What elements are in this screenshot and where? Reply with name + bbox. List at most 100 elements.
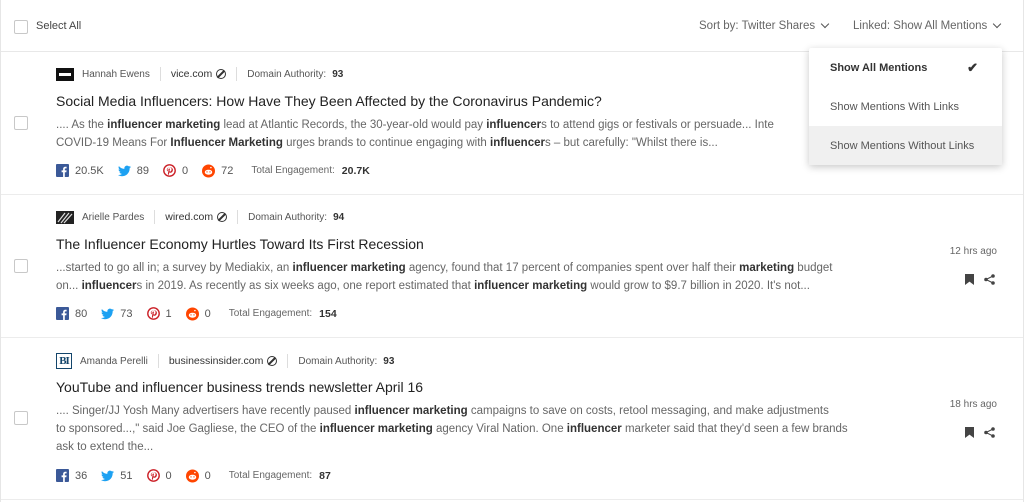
facebook-count: 20.5K bbox=[75, 164, 104, 177]
facebook-stat: 80 bbox=[56, 307, 87, 320]
facebook-icon bbox=[56, 164, 69, 177]
pinterest-icon bbox=[163, 164, 176, 177]
total-engagement-label: Total Engagement: bbox=[228, 308, 313, 319]
pinterest-count: 0 bbox=[165, 469, 172, 482]
reddit-icon bbox=[185, 469, 199, 482]
check-icon: ✔ bbox=[967, 60, 978, 75]
domain-authority-label: Domain Authority: bbox=[247, 68, 327, 80]
total-engagement-label: Total Engagement: bbox=[228, 470, 313, 481]
twitter-icon bbox=[101, 469, 115, 482]
reddit-count: 0 bbox=[204, 307, 211, 320]
twitter-stat: 51 bbox=[101, 469, 133, 482]
wired-logo bbox=[56, 210, 74, 224]
facebook-stat: 36 bbox=[56, 469, 87, 482]
domain-authority-value: 93 bbox=[332, 68, 344, 80]
toolbar: Select All Sort by: Twitter Shares Linke… bbox=[1, 0, 1023, 52]
divider bbox=[159, 67, 161, 81]
twitter-count: 73 bbox=[120, 307, 133, 320]
businessinsider-logo: BI bbox=[56, 353, 72, 369]
domain-link[interactable]: wired.com bbox=[165, 211, 213, 223]
pinterest-count: 1 bbox=[165, 307, 172, 320]
menu-item-show-all-mentions[interactable]: Show All Mentions ✔ bbox=[809, 48, 1002, 87]
mentions-panel: Select All Sort by: Twitter Shares Linke… bbox=[0, 0, 1024, 502]
menu-item-label: Show Mentions Without Links bbox=[830, 139, 975, 152]
ban-icon[interactable] bbox=[267, 356, 278, 366]
row-actions bbox=[965, 427, 995, 438]
vice-logo bbox=[56, 67, 74, 81]
timestamp: 18 hrs ago bbox=[949, 399, 997, 410]
bookmark-icon[interactable] bbox=[965, 274, 974, 285]
facebook-icon bbox=[56, 469, 69, 482]
share-icon[interactable] bbox=[984, 274, 995, 285]
domain-link[interactable]: vice.com bbox=[171, 68, 212, 80]
divider bbox=[287, 354, 289, 368]
mention-meta: BI Amanda Perelli businessinsider.com Do… bbox=[56, 353, 394, 369]
pinterest-stat: 0 bbox=[146, 469, 172, 482]
mention-title[interactable]: Social Media Influencers: How Have They … bbox=[56, 93, 602, 109]
twitter-icon bbox=[117, 164, 131, 177]
menu-item-label: Show Mentions With Links bbox=[830, 100, 959, 113]
share-icon[interactable] bbox=[984, 427, 995, 438]
linked-filter-dropdown[interactable]: Linked: Show All Mentions bbox=[853, 19, 1002, 32]
domain-authority-value: 94 bbox=[333, 211, 345, 223]
total-engagement-value: 154 bbox=[319, 307, 337, 320]
author-name[interactable]: Amanda Perelli bbox=[80, 356, 148, 367]
engagement-stats: 36 51 0 0 Total Engagement: 87 bbox=[56, 469, 331, 482]
chevron-down-icon bbox=[820, 19, 830, 29]
facebook-stat: 20.5K bbox=[56, 164, 104, 177]
twitter-icon bbox=[101, 307, 115, 320]
timestamp: 12 hrs ago bbox=[949, 246, 997, 257]
pinterest-stat: 0 bbox=[163, 164, 188, 177]
engagement-stats: 20.5K 89 0 72 Total Engagement: 20.7K bbox=[56, 164, 370, 177]
bi-logo-text: BI bbox=[59, 355, 70, 367]
row-checkbox[interactable] bbox=[14, 259, 28, 273]
pinterest-count: 0 bbox=[182, 164, 189, 177]
mention-row: BI Amanda Perelli businessinsider.com Do… bbox=[1, 338, 1023, 500]
divider bbox=[157, 354, 159, 368]
domain-authority-value: 93 bbox=[383, 355, 395, 367]
reddit-icon bbox=[202, 164, 216, 177]
ban-icon[interactable] bbox=[217, 212, 228, 222]
sort-dropdown[interactable]: Sort by: Twitter Shares bbox=[699, 19, 830, 32]
mention-meta: Arielle Pardes wired.com Domain Authorit… bbox=[56, 210, 344, 224]
reddit-count: 72 bbox=[221, 164, 234, 177]
pinterest-icon bbox=[146, 307, 160, 320]
menu-item-label: Show All Mentions bbox=[830, 61, 928, 74]
reddit-stat: 72 bbox=[202, 164, 233, 177]
select-all-label[interactable]: Select All bbox=[36, 20, 81, 32]
linked-filter-menu: Show All Mentions ✔ Show Mentions With L… bbox=[809, 48, 1002, 165]
reddit-stat: 0 bbox=[185, 469, 211, 482]
mention-row: Arielle Pardes wired.com Domain Authorit… bbox=[1, 195, 1023, 338]
author-name[interactable]: Hannah Ewens bbox=[82, 69, 150, 80]
mention-snippet: .... As the influencer marketing lead at… bbox=[56, 119, 774, 149]
ban-icon[interactable] bbox=[216, 69, 227, 79]
total-engagement-value: 87 bbox=[319, 469, 331, 482]
divider bbox=[154, 210, 156, 224]
author-name[interactable]: Arielle Pardes bbox=[82, 212, 144, 223]
row-actions bbox=[965, 274, 995, 285]
reddit-count: 0 bbox=[204, 469, 211, 482]
domain-link[interactable]: businessinsider.com bbox=[169, 355, 264, 367]
sort-label: Sort by: Twitter Shares bbox=[699, 20, 816, 32]
bookmark-icon[interactable] bbox=[965, 427, 974, 438]
facebook-icon bbox=[56, 307, 69, 320]
divider bbox=[237, 210, 239, 224]
pinterest-icon bbox=[146, 469, 160, 482]
engagement-stats: 80 73 1 0 Total Engagement: 154 bbox=[56, 307, 337, 320]
row-checkbox[interactable] bbox=[14, 116, 28, 130]
mention-title[interactable]: YouTube and influencer business trends n… bbox=[56, 379, 423, 395]
menu-item-show-mentions-without-links[interactable]: Show Mentions Without Links bbox=[809, 126, 1002, 165]
mention-title[interactable]: The Influencer Economy Hurtles Toward It… bbox=[56, 236, 424, 252]
twitter-stat: 73 bbox=[101, 307, 133, 320]
menu-item-show-mentions-with-links[interactable]: Show Mentions With Links bbox=[809, 87, 1002, 126]
select-all-checkbox[interactable] bbox=[14, 20, 28, 34]
mention-meta: Hannah Ewens vice.com Domain Authority: … bbox=[56, 67, 343, 81]
chevron-down-icon bbox=[993, 19, 1002, 29]
total-engagement-value: 20.7K bbox=[341, 164, 370, 177]
facebook-count: 36 bbox=[75, 469, 88, 482]
pinterest-stat: 1 bbox=[146, 307, 172, 320]
row-checkbox[interactable] bbox=[14, 411, 28, 425]
reddit-stat: 0 bbox=[185, 307, 211, 320]
reddit-icon bbox=[185, 307, 199, 320]
domain-authority-label: Domain Authority: bbox=[298, 355, 378, 367]
